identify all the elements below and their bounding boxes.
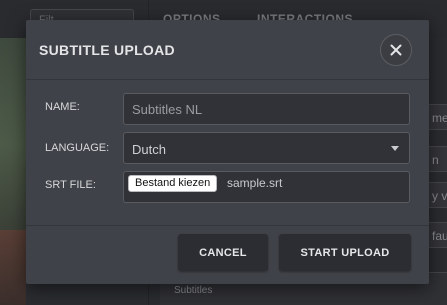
subtitle-upload-dialog: SUBTITLE UPLOAD NAME: LANGUAGE: Dutch SR… <box>26 20 429 284</box>
background-video-thumbnail-lower <box>0 230 26 305</box>
cancel-button[interactable]: CANCEL <box>178 234 268 271</box>
name-field <box>123 93 410 125</box>
background-subtitles-label: Subtitles <box>174 285 213 296</box>
language-select[interactable]: Dutch <box>123 132 410 164</box>
srt-file-label: SRT FILE: <box>45 179 96 191</box>
close-button[interactable] <box>380 34 412 66</box>
chevron-down-icon <box>391 146 399 151</box>
background-field-fragment: ment <box>427 104 447 130</box>
dialog-title: SUBTITLE UPLOAD <box>39 42 175 58</box>
dialog-header: SUBTITLE UPLOAD <box>26 20 429 80</box>
background-field-fragment: faul <box>427 222 447 248</box>
dialog-footer-divider <box>26 225 429 226</box>
choose-file-button[interactable]: Bestand kiezen <box>128 175 218 192</box>
srt-file-field: Bestand kiezen sample.srt <box>123 171 410 203</box>
selected-file-name: sample.srt <box>227 176 283 190</box>
language-label: LANGUAGE: <box>45 142 110 154</box>
name-input[interactable] <box>124 94 409 124</box>
close-icon <box>390 44 402 56</box>
background-field-fragment: y vi <box>427 182 447 208</box>
start-upload-button[interactable]: START UPLOAD <box>279 234 411 271</box>
language-selected-value: Dutch <box>132 142 166 157</box>
name-label: NAME: <box>45 101 80 113</box>
background-field-fragment: n <box>427 146 447 172</box>
